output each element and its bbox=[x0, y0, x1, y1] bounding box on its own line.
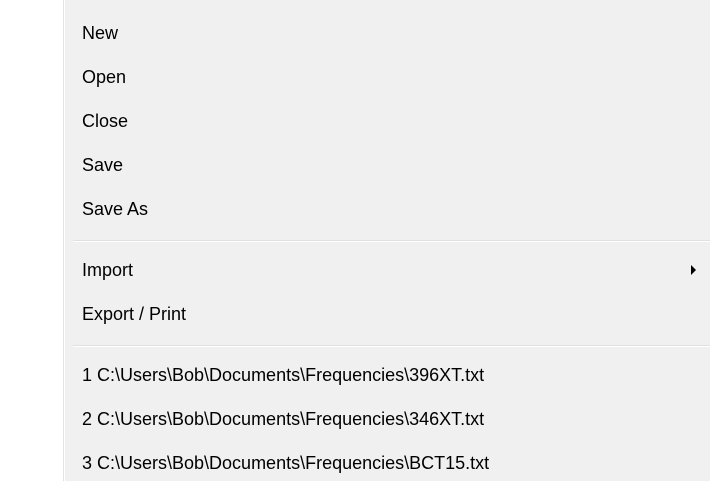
menu-item-save-as[interactable]: Save As bbox=[65, 189, 710, 229]
menu-icon-gutter bbox=[0, 0, 63, 481]
menu-item-save[interactable]: Save bbox=[65, 145, 710, 185]
menu-item-label: Save As bbox=[82, 199, 149, 219]
menu-item-export-print[interactable]: Export / Print bbox=[65, 294, 710, 334]
menu-item-import[interactable]: Import bbox=[65, 250, 710, 290]
menu-item-close[interactable]: Close bbox=[65, 101, 710, 141]
menu-item-label: 2 C:\Users\Bob\Documents\Frequencies\346… bbox=[82, 409, 485, 429]
file-menu: New Open Close Save Save As Import Expor… bbox=[0, 0, 710, 481]
menu-item-label: Open bbox=[82, 67, 127, 87]
menu-separator bbox=[73, 240, 710, 242]
menu-separator bbox=[73, 345, 710, 347]
recent-file-item[interactable]: 2 C:\Users\Bob\Documents\Frequencies\346… bbox=[65, 399, 710, 439]
menu-item-label: 3 C:\Users\Bob\Documents\Frequencies\BCT… bbox=[82, 453, 490, 473]
menu-item-label: Close bbox=[82, 111, 129, 131]
menu-item-label: 1 C:\Users\Bob\Documents\Frequencies\396… bbox=[82, 365, 485, 385]
menu-item-label: Export / Print bbox=[82, 304, 187, 324]
menu-item-label: Save bbox=[82, 155, 124, 175]
recent-file-item[interactable]: 1 C:\Users\Bob\Documents\Frequencies\396… bbox=[65, 355, 710, 395]
menu-item-label: Import bbox=[82, 260, 134, 280]
menu-item-open[interactable]: Open bbox=[65, 57, 710, 97]
menu-item-label: New bbox=[82, 23, 119, 43]
menu-item-new[interactable]: New bbox=[65, 13, 710, 53]
submenu-arrow-icon bbox=[691, 265, 696, 275]
recent-file-item[interactable]: 3 C:\Users\Bob\Documents\Frequencies\BCT… bbox=[65, 443, 710, 483]
